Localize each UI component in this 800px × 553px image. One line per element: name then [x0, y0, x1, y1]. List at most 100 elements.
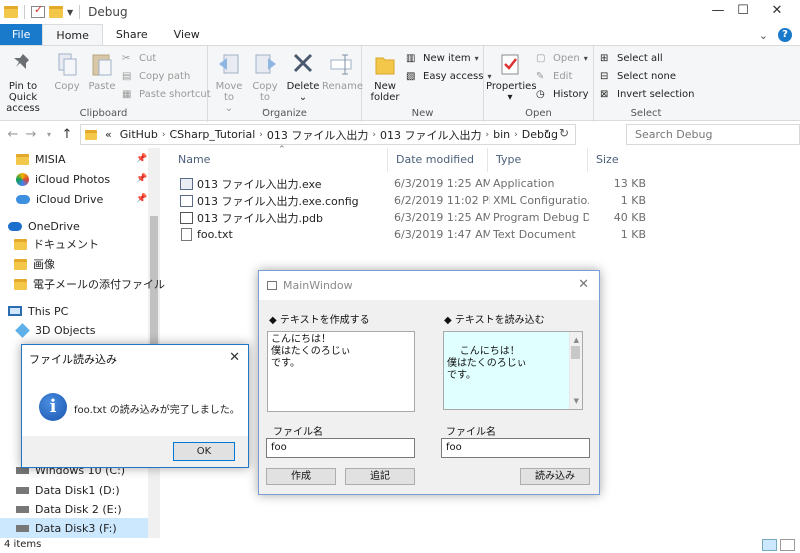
nav-item-icloud-photos[interactable]: iCloud Photos — [16, 169, 110, 189]
new-folder-icon[interactable] — [49, 6, 63, 18]
table-row[interactable]: foo.txt 6/3/2019 1:47 AM Text Document 1… — [170, 226, 800, 243]
help-icon[interactable]: ? — [778, 28, 792, 42]
large-icons-view-icon[interactable] — [780, 539, 795, 551]
chevron-right-icon[interactable]: › — [486, 130, 490, 140]
nav-item-drive-f[interactable]: Data Disk3 (F:) — [16, 518, 117, 538]
ribbon: Pin to Quick access Copy Paste ✂ Cut ▤ Cop… — [0, 45, 800, 122]
history-button[interactable]: ◷ History — [536, 86, 589, 103]
scroll-down-icon[interactable]: ▼ — [574, 395, 579, 407]
breadcrumb-overflow[interactable]: « — [105, 128, 112, 141]
ok-button[interactable]: OK — [173, 442, 235, 461]
scroll-thumb[interactable] — [571, 346, 580, 359]
pin-icon[interactable]: 📌 — [136, 194, 147, 204]
cut-button[interactable]: ✂ Cut — [122, 50, 156, 67]
forward-arrow-icon[interactable]: → — [22, 127, 40, 142]
table-row[interactable]: 013 ファイル入出力.pdb 6/3/2019 1:25 AM Program… — [170, 209, 800, 226]
tab-home[interactable]: Home — [42, 24, 103, 46]
scroll-up-icon[interactable]: ▲ — [574, 334, 579, 346]
refresh-icon[interactable]: ↻ — [559, 126, 569, 140]
column-header-name[interactable]: Name ⌃ — [170, 145, 388, 172]
move-to-button[interactable]: Move to ⌄ — [212, 50, 246, 114]
chevron-right-icon[interactable]: › — [514, 130, 518, 140]
table-row[interactable]: 013 ファイル入出力.exe 6/3/2019 1:25 AM Applica… — [170, 175, 800, 192]
collapse-ribbon-icon[interactable]: ⌄ — [759, 29, 768, 42]
folder-icon — [85, 129, 97, 140]
pin-icon[interactable]: 📌 — [136, 174, 147, 184]
new-folder-button[interactable]: New folder — [366, 50, 404, 103]
breadcrumb-item[interactable]: Debug — [522, 128, 558, 141]
dialog-close-icon[interactable]: ✕ — [229, 350, 240, 365]
column-header-type[interactable]: Type — [488, 148, 588, 172]
nav-item-drive-e[interactable]: Data Disk 2 (E:) — [16, 499, 122, 519]
properties-icon[interactable] — [31, 3, 45, 18]
tab-share[interactable]: Share — [103, 24, 161, 46]
table-row[interactable]: 013 ファイル入出力.exe.config 6/2/2019 11:02 PM… — [170, 192, 800, 209]
open-group: Properties ▾ ▢ Open ▾ ✎ Edit ◷ History Open — [484, 46, 594, 122]
pin-icon[interactable]: 📌 — [136, 154, 147, 164]
create-button[interactable]: 作成 — [266, 468, 336, 485]
open-label: Open — [525, 108, 552, 119]
nav-item-drive-d[interactable]: Data Disk1 (D:) — [16, 480, 120, 500]
nav-item-email-attachments[interactable]: 電子メールの添付ファイル — [14, 274, 165, 294]
nav-item-this-pc[interactable]: This PC — [8, 301, 68, 321]
nav-item-misia[interactable]: MISIA — [16, 149, 66, 169]
search-input[interactable]: Search Debug — [626, 124, 800, 145]
details-view-icon[interactable] — [762, 539, 777, 551]
open-button[interactable]: ▢ Open ▾ — [536, 50, 588, 67]
back-arrow-icon[interactable]: ← — [4, 127, 22, 142]
rename-icon — [328, 50, 354, 78]
application-icon — [180, 177, 193, 190]
new-item-button[interactable]: ▥ New item ▾ — [406, 50, 479, 67]
main-window-titlebar: MainWindow — [259, 271, 599, 300]
paste-shortcut-button[interactable]: ▦ Paste shortcut — [122, 86, 211, 103]
address-dropdown-icon[interactable]: ▾ — [545, 127, 549, 136]
clipboard-group: Pin to Quick access Copy Paste ✂ Cut ▤ Cop… — [0, 46, 211, 122]
tab-view[interactable]: View — [161, 24, 213, 46]
copy-to-button[interactable]: Copy to ⌄ — [248, 50, 282, 114]
column-header-size[interactable]: Size — [588, 148, 650, 172]
nav-item-onedrive[interactable]: OneDrive — [8, 216, 80, 236]
close-button[interactable]: ✕ — [754, 0, 800, 24]
copy-button[interactable]: Copy — [52, 50, 82, 92]
write-textarea[interactable]: こんにちは！ 僕はたくのろじぃ です。 — [267, 331, 415, 412]
write-filename-input[interactable]: foo — [266, 438, 415, 458]
rename-button[interactable]: Rename — [322, 50, 363, 92]
read-button[interactable]: 読み込み — [520, 468, 590, 485]
append-button[interactable]: 追記 — [345, 468, 415, 485]
nav-item-icloud-drive[interactable]: iCloud Drive — [16, 189, 103, 209]
breadcrumb-item[interactable]: bin — [493, 128, 510, 141]
breadcrumb-item[interactable]: GitHub — [120, 128, 158, 141]
edit-icon: ✎ — [536, 70, 545, 82]
chevron-right-icon[interactable]: › — [372, 130, 376, 140]
chevron-right-icon[interactable]: › — [162, 130, 166, 140]
copy-path-button[interactable]: ▤ Copy path — [122, 68, 190, 85]
edit-button[interactable]: ✎ Edit — [536, 68, 572, 85]
recent-locations-icon[interactable]: ▾ — [40, 130, 58, 139]
nav-item-3d-objects[interactable]: 3D Objects — [15, 320, 96, 340]
nav-item-pictures[interactable]: 画像 — [14, 254, 55, 274]
customize-toolbar-icon[interactable]: ▼ — [67, 8, 73, 17]
read-filename-input[interactable]: foo — [441, 438, 590, 458]
chevron-right-icon[interactable]: › — [259, 130, 263, 140]
properties-button[interactable]: Properties ▾ — [486, 50, 537, 103]
select-none-button[interactable]: ⊟ Select none — [600, 68, 676, 85]
folder-icon — [14, 258, 27, 270]
folder-icon — [14, 278, 27, 290]
read-textarea[interactable]: こんにちは！ 僕はたくのろじぃ です。 ▲ ▼ — [443, 331, 583, 410]
easy-access-button[interactable]: ▧ Easy access ▾ — [406, 68, 491, 85]
read-textarea-scrollbar[interactable]: ▲ ▼ — [569, 332, 582, 409]
breadcrumb-item[interactable]: 013 ファイル入出力 — [380, 127, 482, 143]
invert-selection-button[interactable]: ⊠ Invert selection — [600, 86, 695, 103]
breadcrumb-item[interactable]: CSharp_Tutorial — [169, 128, 255, 141]
main-window-close-icon[interactable]: ✕ — [578, 277, 589, 292]
address-bar[interactable]: « GitHub › CSharp_Tutorial › 013 ファイル入出力… — [80, 124, 576, 145]
select-all-button[interactable]: ⊞ Select all — [600, 50, 663, 67]
delete-button[interactable]: Delete ⌄ — [286, 50, 320, 103]
pin-quick-access-button[interactable]: Pin to Quick access — [0, 50, 46, 114]
column-header-date[interactable]: Date modified — [388, 148, 488, 172]
nav-item-documents[interactable]: ドキュメント — [14, 234, 99, 254]
tab-file[interactable]: File — [0, 24, 43, 46]
select-none-icon: ⊟ — [600, 70, 609, 82]
up-arrow-icon[interactable]: ↑ — [58, 127, 76, 142]
paste-button[interactable]: Paste — [86, 50, 118, 92]
